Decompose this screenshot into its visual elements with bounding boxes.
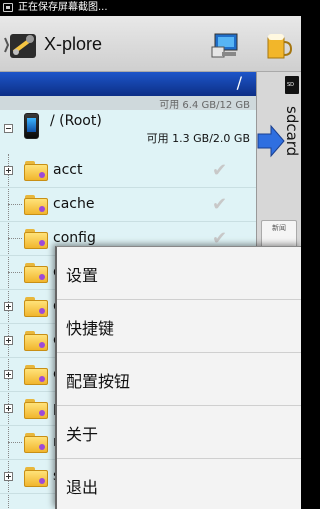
sdcard-icon: SD <box>285 76 299 94</box>
storage-free-text: 可用 6.4 GB/12 GB <box>159 100 250 111</box>
expand-toggle-icon[interactable] <box>4 336 13 345</box>
root-size: 可用 1.3 GB/2.0 GB <box>146 132 250 145</box>
expand-toggle-icon[interactable] <box>4 404 13 413</box>
status-text: 正在保存屏幕截图... <box>18 2 108 13</box>
arrow-right-icon[interactable] <box>257 124 285 158</box>
folder-label: cache <box>53 196 95 212</box>
folder-icon <box>24 229 48 249</box>
folder-label: config <box>53 230 96 246</box>
expand-toggle-icon[interactable] <box>4 166 13 175</box>
expand-toggle-icon[interactable] <box>4 472 13 481</box>
sdcard-label: sdcard <box>283 106 301 157</box>
menu-item-label: 快捷键 <box>66 319 115 338</box>
menu-item-label: 退出 <box>66 478 99 497</box>
current-path: / <box>236 73 242 92</box>
menu-item-label: 关于 <box>66 425 99 444</box>
phone-icon <box>24 113 39 139</box>
menu-item-about[interactable]: 关于 <box>57 406 301 459</box>
root-row[interactable]: / (Root) 可用 1.3 GB/2.0 GB <box>0 110 256 154</box>
title-bar: X-plore <box>0 16 301 72</box>
path-bar[interactable]: / <box>0 72 256 96</box>
folder-icon <box>24 365 48 385</box>
folder-label: acct <box>53 162 83 178</box>
status-bar: 正在保存屏幕截图... <box>0 0 301 16</box>
folder-icon <box>24 161 48 181</box>
expand-toggle-icon[interactable] <box>4 302 13 311</box>
menu-item-label: 设置 <box>66 266 99 285</box>
folder-icon <box>24 399 48 419</box>
beer-icon[interactable] <box>262 30 294 62</box>
root-label: / (Root) <box>50 113 102 129</box>
collapse-toggle-icon[interactable] <box>4 124 13 133</box>
folder-icon <box>24 331 48 351</box>
checkmark-icon[interactable]: ✔ <box>212 194 227 215</box>
folder-icon <box>24 195 48 215</box>
folder-icon <box>24 297 48 317</box>
app-title: X-plore <box>44 34 103 54</box>
menu-item-shortcuts[interactable]: 快捷键 <box>57 300 301 353</box>
folder-icon <box>24 433 48 453</box>
screenshot-icon <box>3 3 13 12</box>
folder-row-cache[interactable]: cache ✔ <box>0 188 256 222</box>
folder-row-acct[interactable]: acct ✔ <box>0 154 256 188</box>
menu-item-settings[interactable]: 设置 <box>57 247 301 300</box>
options-menu: 设置 快捷键 配置按钮 关于 退出 <box>55 246 301 509</box>
storage-row-partial[interactable]: 可用 6.4 GB/12 GB <box>0 96 256 111</box>
menu-item-exit[interactable]: 退出 <box>57 459 301 509</box>
computer-icon[interactable] <box>210 32 240 60</box>
expand-toggle-icon[interactable] <box>4 370 13 379</box>
checkmark-icon[interactable]: ✔ <box>212 160 227 181</box>
folder-icon <box>24 467 48 487</box>
folder-icon <box>24 263 48 283</box>
menu-item-configure-buttons[interactable]: 配置按钮 <box>57 353 301 406</box>
app-logo-icon[interactable] <box>2 30 40 60</box>
menu-item-label: 配置按钮 <box>66 372 131 391</box>
